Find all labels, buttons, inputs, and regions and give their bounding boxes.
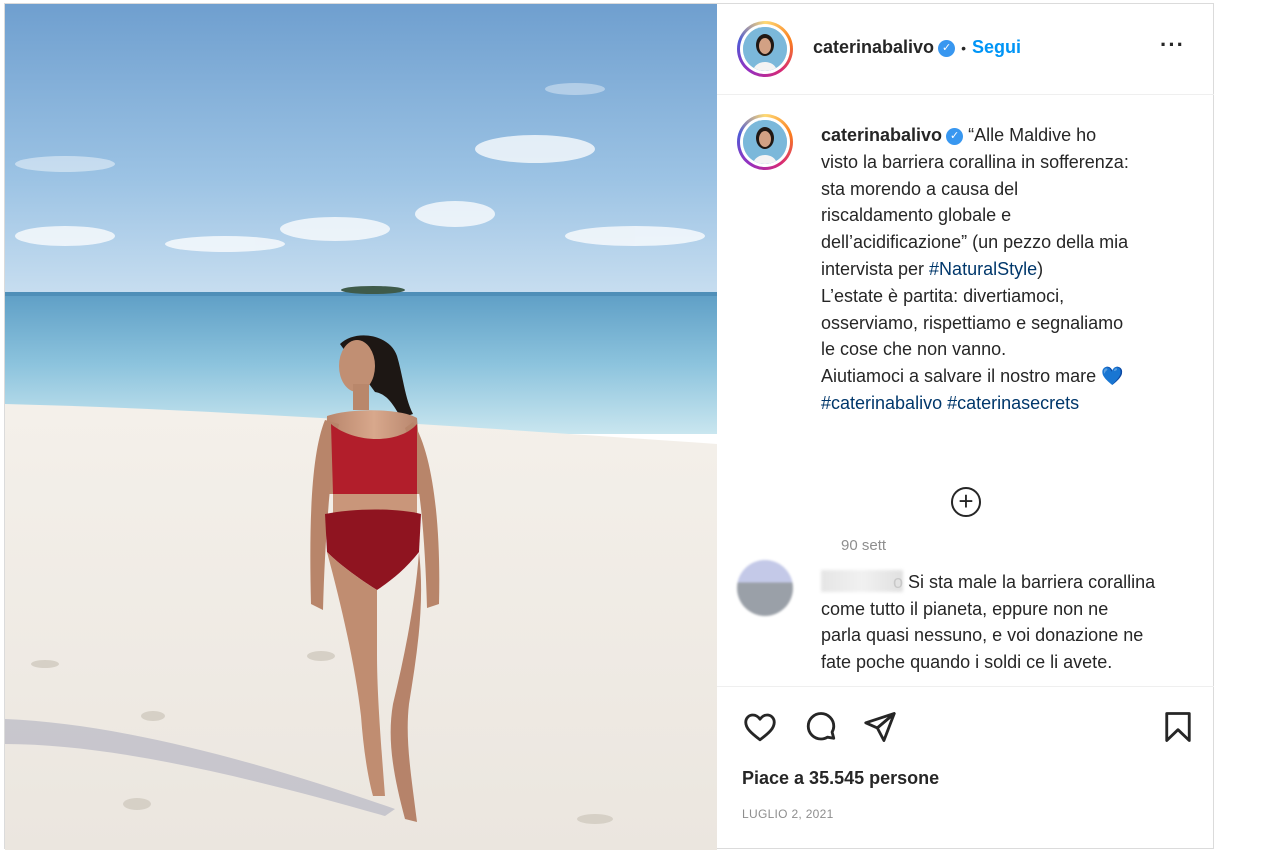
caption-paren: ) (1037, 258, 1044, 279)
commenter-avatar[interactable] (737, 560, 793, 616)
comment-line: fate poche quando i soldi ce li avete. (821, 651, 1113, 672)
caption-avatar[interactable] (737, 114, 793, 170)
avatar-photo (743, 120, 787, 164)
caption-line: intervista per (821, 258, 930, 279)
more-icon[interactable]: ··· (1160, 32, 1185, 58)
post-header: caterinabalivo ✓ • Segui ··· (717, 4, 1214, 95)
post-date[interactable]: LUGLIO 2, 2021 (742, 807, 834, 821)
comment-line: come tutto il pianeta, eppure non ne (821, 598, 1109, 619)
heart-icon[interactable] (742, 709, 778, 745)
caption-line: dell’acidificazione” (un pezzo della mia (821, 232, 1129, 253)
caption-line: osserviamo, rispettiamo e segnaliamo (821, 312, 1124, 333)
caption-line: riscaldamento globale e (821, 205, 1012, 226)
verified-badge-icon: ✓ (946, 127, 964, 145)
verified-badge-icon: ✓ (938, 39, 956, 57)
caption-line: L’estate è partita: divertiamoci, (821, 285, 1065, 306)
caption-line: sta morendo a causa del (821, 178, 1019, 199)
caption-timestamp[interactable]: 90 sett (841, 537, 886, 554)
hashtag-caterinasecrets[interactable]: #caterinasecrets (947, 393, 1079, 413)
share-icon[interactable] (862, 709, 898, 745)
hashtag-naturalstyle[interactable]: #NaturalStyle (929, 259, 1037, 279)
post-side-panel: caterinabalivo ✓ • Segui ··· caterinabal… (717, 4, 1214, 850)
caption-username[interactable]: caterinabalivo (821, 125, 942, 145)
author-avatar[interactable] (737, 21, 793, 77)
comment-line: Si sta male la barriera corallina (903, 572, 1156, 592)
commenter-username[interactable]: o (821, 569, 903, 596)
post-photo[interactable] (5, 4, 717, 850)
likes-count[interactable]: Piace a 35.545 persone (742, 768, 939, 789)
blue-heart-icon: 💙 (1101, 366, 1124, 387)
plus-circle-icon[interactable]: + (951, 487, 981, 517)
comment-line: parla quasi nessuno, e voi donazione ne (821, 625, 1144, 646)
separator-dot: • (961, 40, 966, 57)
hashtag-caterinabalivo[interactable]: #caterinabalivo (821, 393, 942, 413)
follow-button[interactable]: Segui (972, 37, 1021, 57)
caption-line: le cose che non vanno. (821, 339, 1007, 360)
bookmark-icon[interactable] (1160, 709, 1196, 745)
comment-text: o Si sta male la barriera corallina come… (821, 569, 1201, 675)
instagram-post: caterinabalivo ✓ • Segui ··· caterinabal… (4, 3, 1214, 850)
caption-line: visto la barriera corallina in sofferenz… (821, 151, 1129, 172)
avatar-photo (743, 27, 787, 71)
comment-icon[interactable] (803, 709, 839, 745)
caption-line: “Alle Maldive ho (968, 125, 1097, 145)
caption-text: caterinabalivo ✓ “Alle Maldive ho visto l… (821, 122, 1186, 417)
beach-photo (5, 4, 717, 850)
caption-line: Aiutiamoci a salvare il nostro mare (821, 366, 1102, 387)
author-username[interactable]: caterinabalivo (813, 37, 934, 57)
